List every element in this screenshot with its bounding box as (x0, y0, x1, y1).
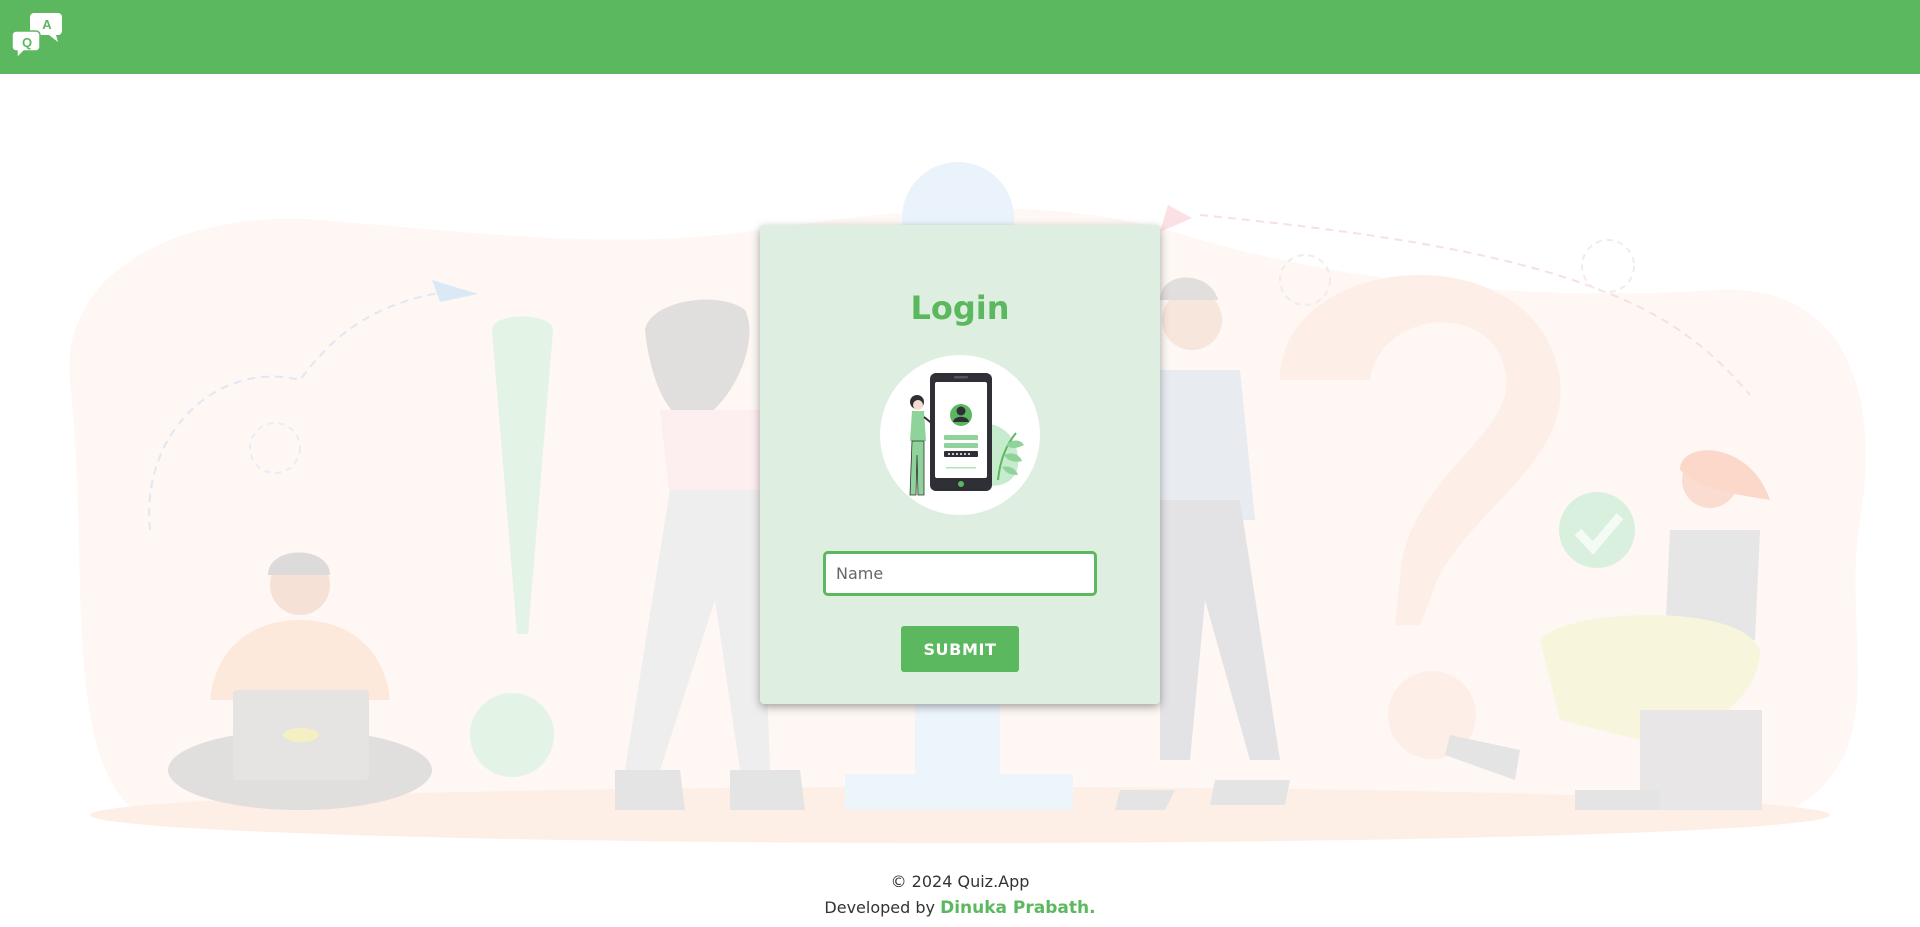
login-title: Login (910, 289, 1010, 327)
name-input[interactable] (823, 551, 1097, 596)
quiz-app-logo-icon[interactable]: A Q (12, 9, 64, 59)
logo-q-letter: Q (22, 35, 32, 50)
footer: © 2024 Quiz.App Developed by Dinuka Prab… (0, 869, 1920, 921)
developed-by-label: Developed by (824, 898, 935, 917)
logo-a-letter: A (42, 17, 52, 32)
top-bar: A Q (0, 0, 1920, 74)
developer-credit: Developed by Dinuka Prabath. (0, 895, 1920, 921)
author-link[interactable]: Dinuka Prabath. (940, 898, 1095, 918)
login-illustration (880, 355, 1040, 515)
phone-login-illustration-icon (909, 373, 1024, 496)
submit-button[interactable]: SUBMIT (901, 626, 1019, 672)
login-card: Login SUBMIT (760, 225, 1160, 704)
copyright-text: © 2024 Quiz.App (890, 872, 1030, 891)
